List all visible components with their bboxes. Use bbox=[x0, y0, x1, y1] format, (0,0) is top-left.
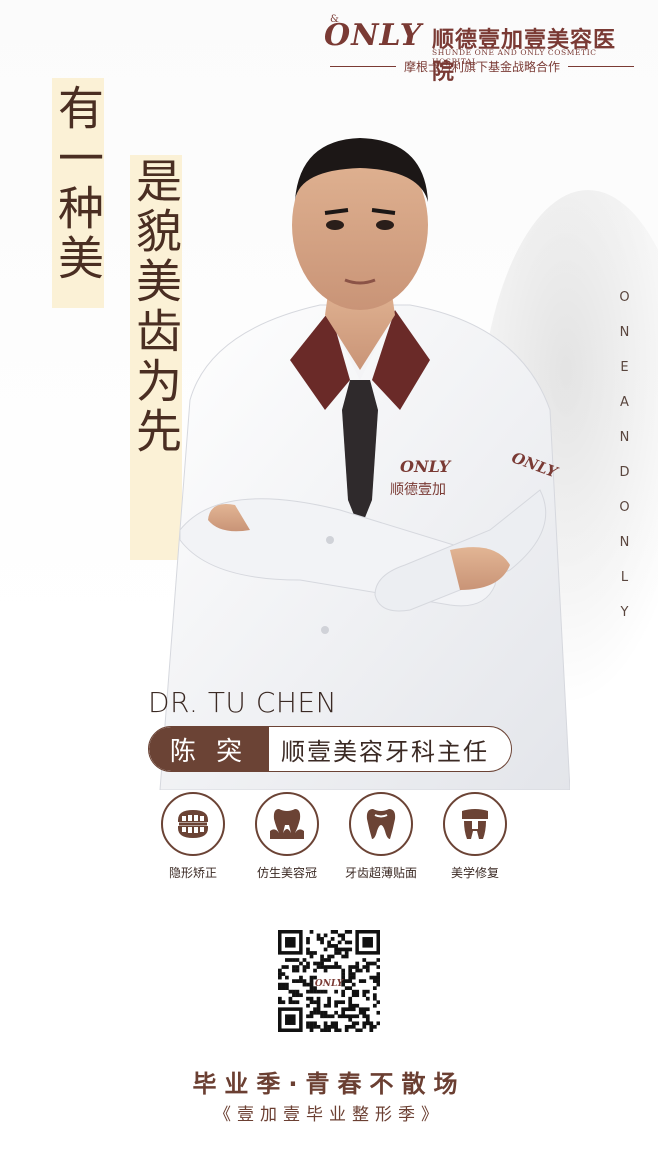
doctor-english-name: DR. TU CHEN bbox=[148, 686, 338, 719]
qr-pattern: ONLY bbox=[278, 930, 380, 1032]
divider-left bbox=[330, 65, 396, 67]
service-label: 隐形矫正 bbox=[168, 866, 217, 880]
service-icon-frame bbox=[255, 792, 319, 856]
partner-text: 摩根士丹利旗下基金战略合作 bbox=[404, 59, 561, 74]
coat-logo: ONLY bbox=[400, 457, 452, 476]
service-item[interactable]: 牙齿超薄贴面 bbox=[336, 792, 426, 881]
braces-icon bbox=[178, 810, 208, 838]
qr-code[interactable]: ONLY bbox=[278, 930, 380, 1032]
service-icon-frame bbox=[349, 792, 413, 856]
service-icon-frame bbox=[443, 792, 507, 856]
footer-title: 毕业季·青春不散场 bbox=[192, 1070, 466, 1098]
services-row: 隐形矫正 仿生美容冠 牙齿超薄贴面 美学修复 bbox=[148, 792, 518, 882]
service-item[interactable]: 仿生美容冠 bbox=[242, 792, 332, 881]
doctor-title: 顺壹美容牙科主任 bbox=[281, 737, 489, 766]
poster: & ONLY 顺德壹加壹美容医院 SHUNDE ONE AND ONLY COS… bbox=[0, 0, 658, 1168]
coat-hospital-name: 顺德壹加 bbox=[390, 482, 446, 498]
service-label: 仿生美容冠 bbox=[256, 866, 317, 880]
slogan-text-1: 有一种美 bbox=[51, 84, 105, 284]
tooth-icon bbox=[366, 809, 396, 839]
brand-logo: ONLY bbox=[324, 18, 423, 53]
service-label: 牙齿超薄贴面 bbox=[344, 866, 417, 880]
service-label: 美学修复 bbox=[450, 866, 499, 880]
doctor-name-badge: 陈 突 顺壹美容牙科主任 bbox=[148, 726, 512, 772]
slogan-line-1: 有一种美 bbox=[51, 78, 105, 308]
service-item[interactable]: 隐形矫正 bbox=[148, 792, 238, 881]
service-icon-frame bbox=[161, 792, 225, 856]
tooth-crown-icon bbox=[462, 809, 488, 839]
tooth-gum-icon bbox=[270, 809, 304, 839]
qr-center-logo: ONLY bbox=[315, 979, 345, 989]
doctor-chinese-name: 陈 突 bbox=[149, 727, 269, 771]
footer-subtitle: 《壹加壹毕业整形季》 bbox=[214, 1105, 444, 1125]
divider-right bbox=[568, 65, 635, 67]
vertical-english-text: ONEANDONLY bbox=[617, 290, 632, 640]
service-item[interactable]: 美学修复 bbox=[430, 792, 520, 881]
partner-line: 摩根士丹利旗下基金战略合作 bbox=[330, 58, 635, 74]
